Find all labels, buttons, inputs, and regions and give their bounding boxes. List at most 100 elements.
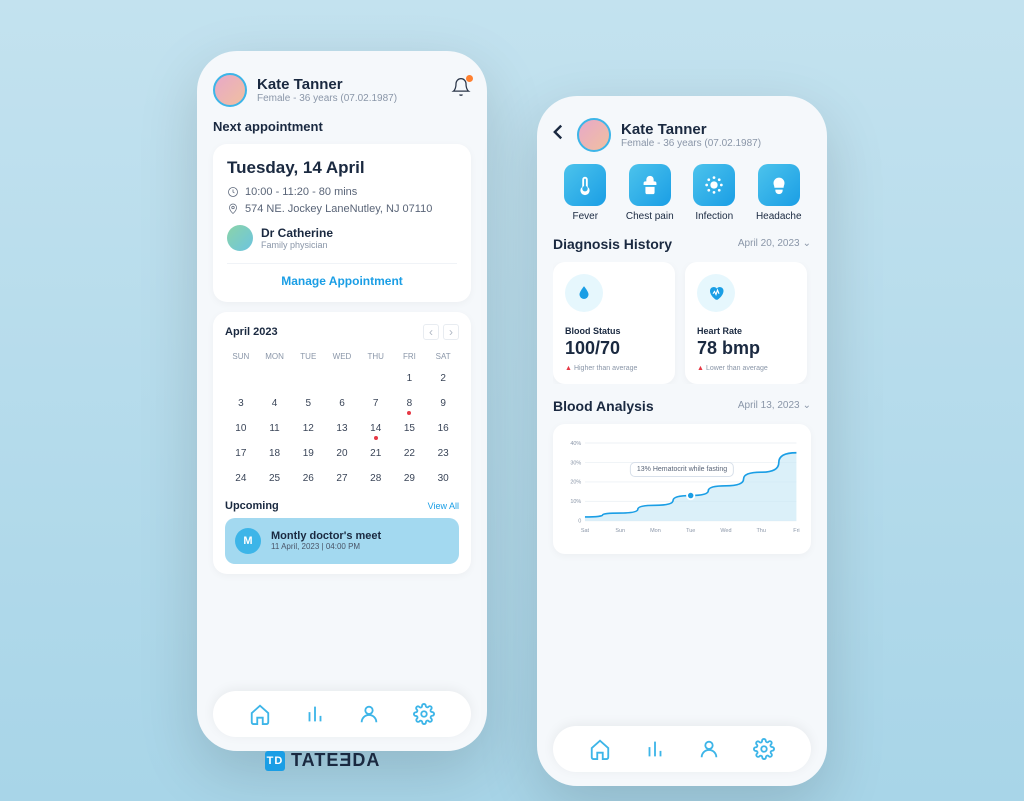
day-cell[interactable]: 14 [360,417,392,440]
phone-appointments: Kate Tanner Female - 36 years (07.02.198… [197,51,487,751]
day-cell [292,367,324,390]
notification-dot [466,75,473,82]
day-cell[interactable]: 20 [326,442,358,465]
metric-comparison: ▲ Higher than average [565,365,663,372]
day-cell [360,367,392,390]
calendar-prev[interactable]: ‹ [423,324,439,340]
day-cell[interactable]: 15 [394,417,426,440]
chevron-down-icon: ⌄ [803,238,811,249]
metric-value: 78 bmp [697,338,795,359]
brand-text: TATEƎDA [291,750,380,771]
upcoming-header: Upcoming View All [225,500,459,512]
doctor-avatar [227,225,253,251]
settings-icon[interactable] [753,738,775,760]
diagnosis-header: Diagnosis History April 20, 2023 ⌄ [553,236,811,252]
day-cell[interactable]: 4 [259,392,291,415]
doctor-row[interactable]: Dr Catherine Family physician [227,225,457,251]
day-cell[interactable]: 19 [292,442,324,465]
day-cell[interactable]: 26 [292,467,324,490]
manage-appointment-button[interactable]: Manage Appointment [227,263,457,288]
svg-text:Mon: Mon [650,527,661,533]
day-of-week: SAT [427,348,459,365]
day-cell[interactable]: 1 [394,367,426,390]
profile-icon[interactable] [698,738,720,760]
profile-icon[interactable] [358,703,380,725]
avatar[interactable] [577,118,611,152]
clock-icon [227,186,239,198]
symptom-label: Headache [747,211,812,222]
calendar-next[interactable]: › [443,324,459,340]
day-cell[interactable]: 28 [360,467,392,490]
stats-icon[interactable] [304,703,326,725]
day-cell[interactable]: 10 [225,417,257,440]
back-button[interactable] [553,124,563,145]
symptom-fever[interactable]: Fever [553,164,618,222]
day-cell[interactable]: 24 [225,467,257,490]
metric-card[interactable]: Blood Status100/70▲ Higher than average [553,262,675,384]
day-cell[interactable]: 23 [427,442,459,465]
day-cell[interactable]: 3 [225,392,257,415]
patient-meta: Female - 36 years (07.02.1987) [257,93,441,104]
diagnosis-title: Diagnosis History [553,236,672,252]
chart-annotation: 13% Hematocrit while fasting [630,462,734,477]
day-cell[interactable]: 13 [326,417,358,440]
day-cell[interactable]: 17 [225,442,257,465]
day-cell[interactable]: 18 [259,442,291,465]
view-all-link[interactable]: View All [428,501,459,511]
day-cell[interactable]: 16 [427,417,459,440]
day-cell[interactable]: 8 [394,392,426,415]
metrics-row: Blood Status100/70▲ Higher than averageH… [553,262,811,384]
home-icon[interactable] [589,738,611,760]
metric-card[interactable]: Heart Rate78 bmp▲ Lower than average [685,262,807,384]
upcoming-badge: M [235,528,261,554]
patient-name: Kate Tanner [257,76,441,93]
appointment-time: 10:00 - 11:20 - 80 mins [227,186,457,198]
day-cell[interactable]: 11 [259,417,291,440]
symptom-label: Chest pain [618,211,683,222]
svg-text:Thu: Thu [756,527,765,533]
blood-analysis-chart: 010%20%30%40%SatSunMonTueWedThuFri [563,434,801,539]
day-cell [326,367,358,390]
upcoming-item[interactable]: M Montly doctor's meet 11 April, 2023 | … [225,518,459,564]
bell-icon[interactable] [451,77,471,102]
home-icon[interactable] [249,703,271,725]
patient-meta: Female - 36 years (07.02.1987) [621,138,811,149]
settings-icon[interactable] [413,703,435,725]
svg-text:Sun: Sun [615,527,625,533]
day-cell[interactable]: 21 [360,442,392,465]
calendar-grid: SUNMONTUEWEDTHUFRISAT1234567891011121314… [225,348,459,490]
day-cell[interactable]: 2 [427,367,459,390]
svg-text:20%: 20% [570,479,581,485]
day-cell[interactable]: 7 [360,392,392,415]
diagnosis-date[interactable]: April 20, 2023 ⌄ [738,238,811,249]
day-cell[interactable]: 27 [326,467,358,490]
section-title: Next appointment [213,119,471,134]
metric-label: Blood Status [565,326,663,336]
symptom-chest-pain[interactable]: Chest pain [618,164,683,222]
svg-text:0: 0 [578,518,581,524]
brand-icon: TD [265,751,285,771]
day-cell[interactable]: 6 [326,392,358,415]
appointment-date: Tuesday, 14 April [227,158,457,178]
day-cell[interactable]: 22 [394,442,426,465]
symptom-headache[interactable]: Headache [747,164,812,222]
analysis-date[interactable]: April 13, 2023 ⌄ [738,400,811,411]
patient-name: Kate Tanner [621,121,811,138]
doctor-name: Dr Catherine [261,226,333,240]
day-cell[interactable]: 29 [394,467,426,490]
day-cell [225,367,257,390]
day-cell[interactable]: 25 [259,467,291,490]
symptom-infection[interactable]: Infection [682,164,747,222]
stats-icon[interactable] [644,738,666,760]
symptom-row: FeverChest painInfectionHeadache [553,164,811,222]
day-cell[interactable]: 30 [427,467,459,490]
avatar[interactable] [213,73,247,107]
day-cell[interactable]: 5 [292,392,324,415]
svg-text:Wed: Wed [720,527,731,533]
svg-text:30%: 30% [570,460,581,466]
day-of-week: THU [360,348,392,365]
day-cell[interactable]: 9 [427,392,459,415]
day-cell[interactable]: 12 [292,417,324,440]
symptom-icon [629,164,671,206]
appointment-card: Tuesday, 14 April 10:00 - 11:20 - 80 min… [213,144,471,302]
